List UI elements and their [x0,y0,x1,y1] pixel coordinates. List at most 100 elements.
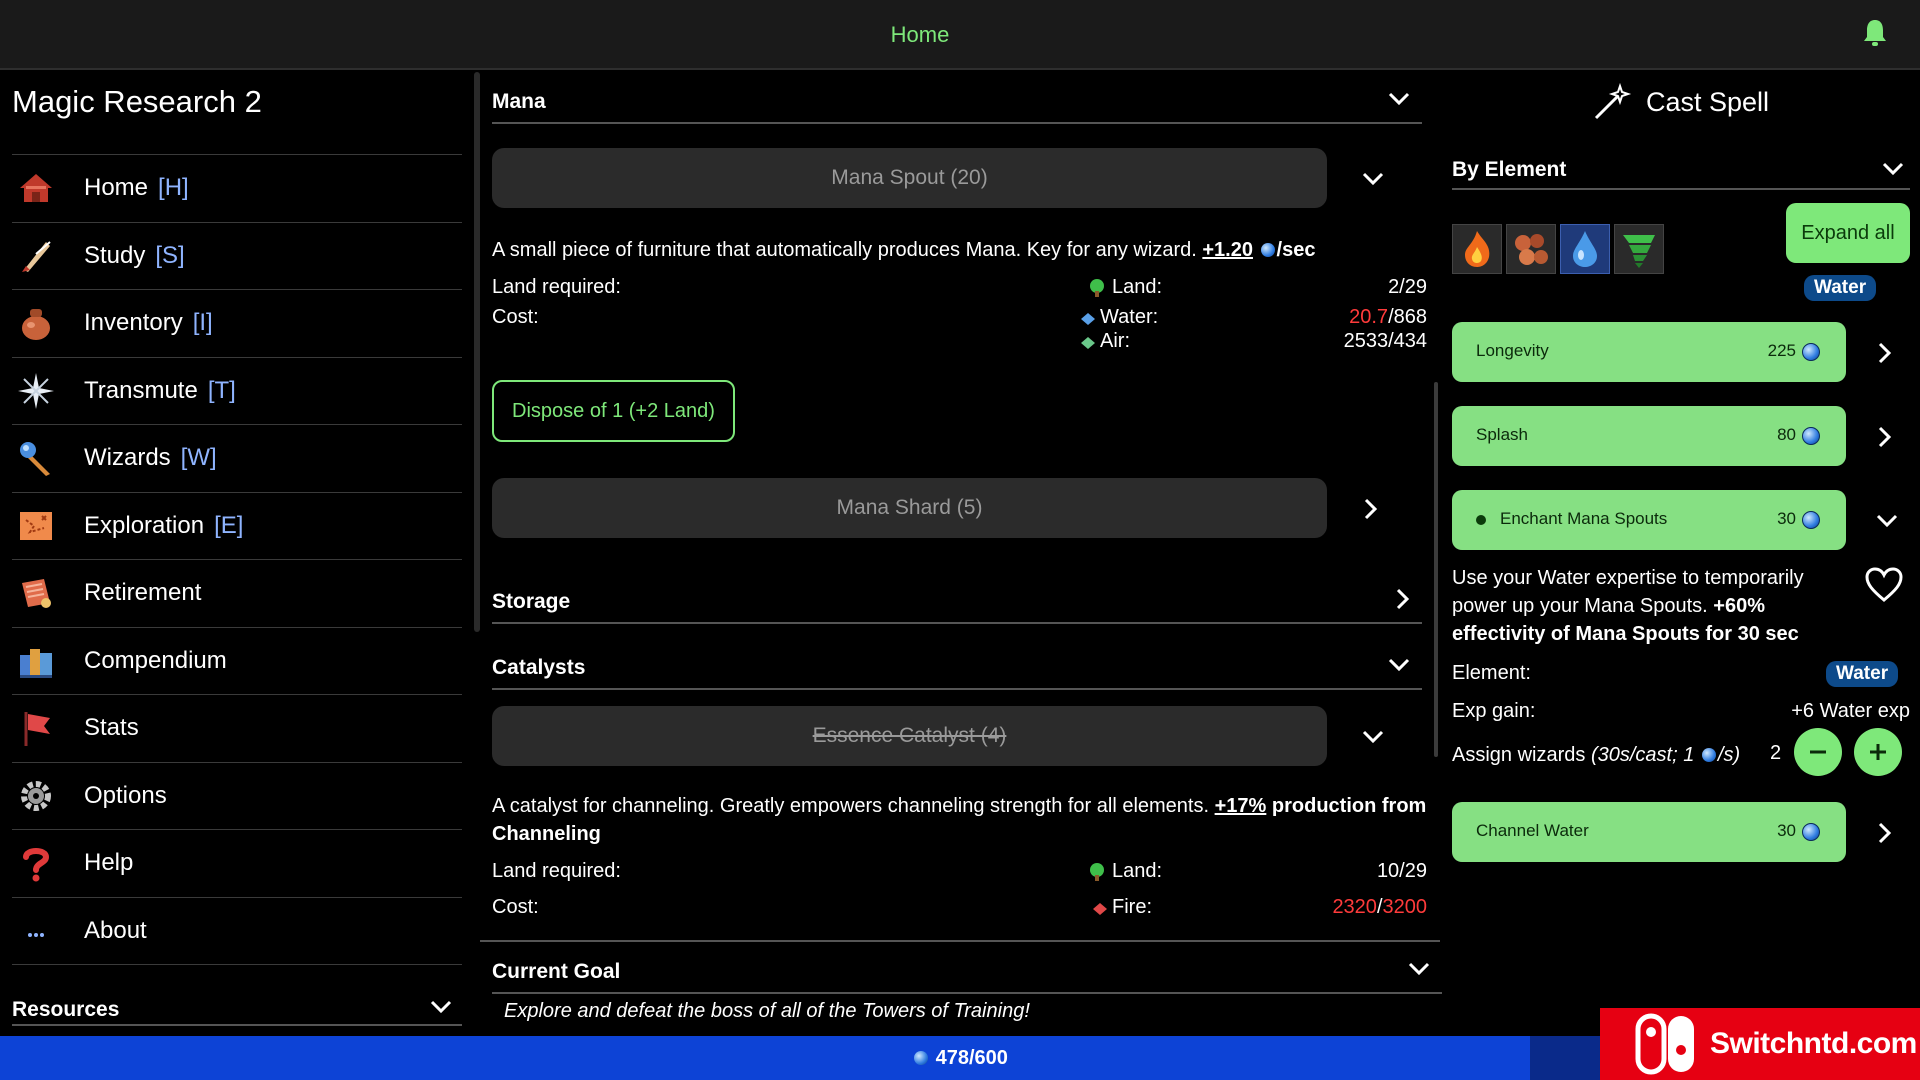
mana-orb-icon [1802,511,1820,529]
main-scrollbar[interactable] [1434,382,1438,757]
nav-item-home[interactable]: Home [H] [12,155,462,223]
chevron-down-icon[interactable] [1874,510,1900,530]
decrease-wizards-button[interactable] [1794,728,1842,776]
increase-wizards-button[interactable] [1854,728,1902,776]
expand-all-button[interactable]: Expand all [1786,203,1910,263]
nav-item-retirement[interactable]: Retirement [12,560,462,628]
pouch-icon [14,301,58,345]
nav-label: Study [84,241,146,269]
spell-longevity[interactable]: Longevity 225 [1452,322,1846,382]
nav-label: Exploration [84,511,205,539]
element-earth[interactable] [1506,224,1556,274]
catalysts-section-header[interactable]: Catalysts [492,638,1422,690]
app-title: Magic Research 2 [12,84,262,119]
assign-label: Assign wizards [1452,744,1586,766]
gear-icon [14,774,58,818]
storage-section-header[interactable]: Storage [492,572,1422,624]
nav-item-study[interactable]: Study [S] [12,223,462,290]
water-have: 20.7 [1349,306,1389,328]
flag-icon [14,706,58,750]
water-drop-icon [1573,231,1597,267]
dispose-button[interactable]: Dispose of 1 (+2 Land) [492,380,735,442]
plus-icon [1870,744,1886,760]
chevron-right-icon[interactable] [1360,496,1380,522]
nav-hotkey: [I] [192,309,213,337]
element-air[interactable] [1614,224,1664,274]
nav-label: Stats [84,714,139,742]
chevron-down-icon[interactable] [1360,726,1386,746]
ellipsis-icon [14,909,58,953]
mana-orb-icon [1802,427,1820,445]
goal-section-header[interactable]: Current Goal [492,942,1442,994]
mana-spout-button[interactable]: Mana Spout (20) [492,148,1327,208]
land-value: 10/29 [1376,860,1427,882]
bell-icon[interactable] [1862,18,1888,48]
top-home-link[interactable]: Home [0,22,1840,48]
watermark-text: Switchntd.com [1710,1027,1917,1060]
nav-label: Help [84,849,134,877]
spell-enchant-mana-spouts[interactable]: Enchant Mana Spouts 30 [1452,490,1846,550]
chevron-right-icon[interactable] [1874,424,1894,450]
resources-header[interactable]: Resources [12,990,462,1026]
chevron-right-icon[interactable] [1874,340,1894,366]
land-label: Land: [1112,860,1163,882]
land-label: Land: [1112,276,1163,298]
mana-shard-button[interactable]: Mana Shard (5) [492,478,1327,538]
nav-label: Home [84,174,149,202]
nav-item-exploration[interactable]: Exploration [E] [12,493,462,560]
nav-label: About [84,916,147,944]
selected-element-badge: Water [1804,275,1877,301]
question-icon [14,841,58,885]
chevron-down-icon [1388,658,1410,672]
by-element-header[interactable]: By Element [1452,150,1910,190]
nav-item-help[interactable]: Help [12,830,462,898]
scroll-icon [14,571,58,615]
fire-need: 3200 [1382,896,1428,918]
spout-land-row: Land required: Land: 2/29 [492,276,1427,306]
spell-name: Channel Water [1476,821,1589,840]
exp-gain-value: +6 Water exp [1791,700,1910,722]
nav-item-wizards[interactable]: Wizards [W] [12,425,462,493]
chevron-down-icon[interactable] [1360,168,1386,188]
map-icon [14,504,58,548]
water-need: /868 [1388,306,1427,328]
mana-section-header[interactable]: Mana [492,72,1422,124]
spell-cost: 80 [1777,425,1796,444]
exp-gain-row: Exp gain: +6 Water exp [1452,700,1910,723]
exp-gain-label: Exp gain: [1452,700,1536,722]
fire-label: Fire: [1112,896,1152,918]
nav-hotkey: [W] [180,444,217,472]
catalyst-cost-row: Cost: Fire: 2320/3200 [492,896,1427,926]
nav-item-compendium[interactable]: Compendium [12,628,462,695]
tornado-icon [1623,235,1655,268]
nav-item-about[interactable]: About [12,898,462,965]
chevron-down-icon [1882,162,1904,176]
nav-item-stats[interactable]: Stats [12,695,462,763]
catalyst-land-row: Land required: Land: 10/29 [492,860,1427,890]
chevron-right-icon[interactable] [1874,820,1894,846]
element-fire[interactable] [1452,224,1502,274]
assign-detail-a: (30s/cast; 1 [1590,744,1695,766]
essence-catalyst-button[interactable]: Essence Catalyst (4) [492,706,1327,766]
spell-splash[interactable]: Splash 80 [1452,406,1846,466]
spell-name: Enchant Mana Spouts [1500,509,1668,528]
heart-icon[interactable] [1864,566,1904,604]
nav-label: Options [84,781,167,809]
spell-channel-water[interactable]: Channel Water 30 [1452,802,1846,862]
cast-spell-title: Cast Spell [1592,82,1769,122]
mana-orb-icon [1802,823,1820,841]
books-icon [14,639,58,683]
mana-section-title: Mana [492,90,546,113]
fire-gem-icon [1093,903,1107,915]
fire-have: 2320 [1332,896,1377,918]
nav-hotkey: [T] [207,376,236,404]
sidebar: Magic Research 2 Home [H] Study [S] Inve… [0,72,474,1036]
nav-item-options[interactable]: Options [12,763,462,830]
switch-logo-icon [1635,1013,1694,1075]
fire-icon [1465,231,1490,267]
nav-item-transmute[interactable]: Transmute [T] [12,358,462,425]
element-water[interactable] [1560,224,1610,274]
chevron-down-icon [430,1000,452,1014]
chevron-down-icon [1388,92,1410,106]
nav-item-inventory[interactable]: Inventory [I] [12,290,462,358]
